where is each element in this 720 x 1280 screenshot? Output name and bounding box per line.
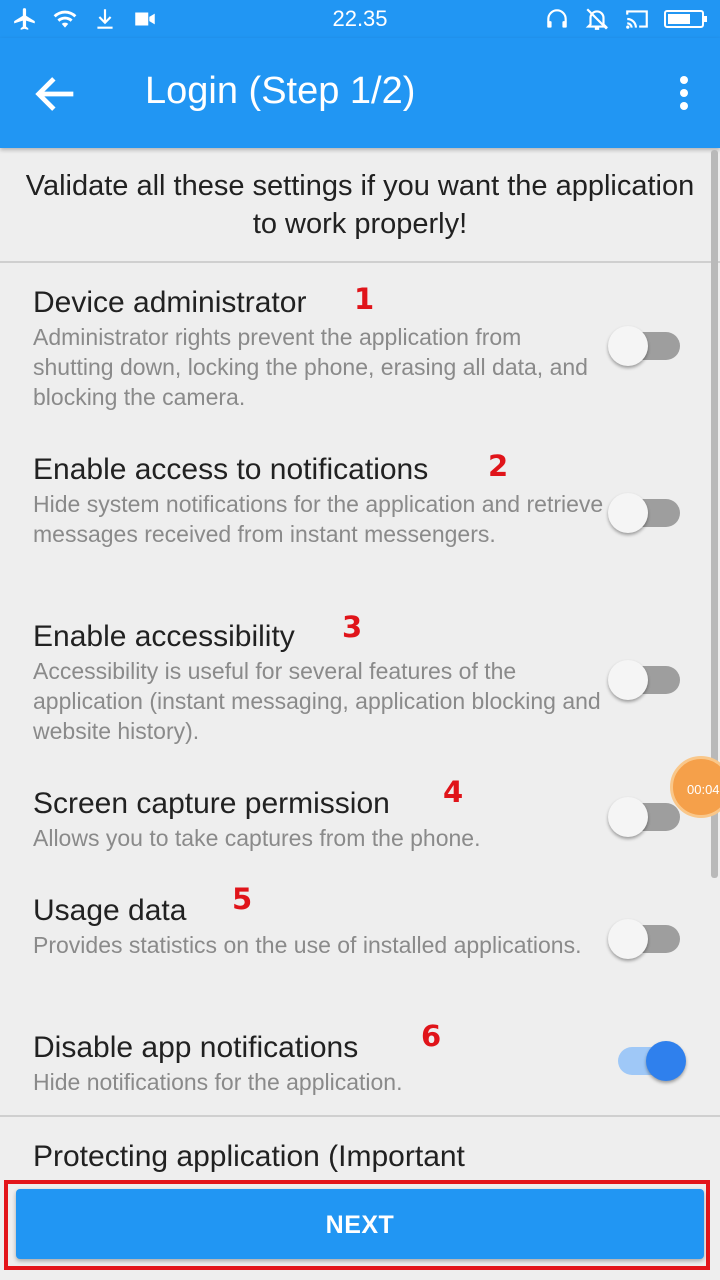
page-title: Login (Step 1/2)	[145, 70, 416, 112]
switch-thumb	[608, 660, 648, 700]
setting-title: Device administrator	[33, 286, 307, 319]
setting-description: Hide notifications for the application.	[33, 1069, 403, 1095]
cast-icon	[626, 10, 648, 29]
setting-title: Screen capture permission	[33, 787, 390, 820]
setting-title: Disable app notifications	[33, 1031, 359, 1064]
next-button[interactable]: NEXT	[16, 1189, 704, 1259]
more-vert-icon[interactable]	[674, 72, 694, 116]
switch-thumb	[608, 797, 648, 837]
intro-text: Validate all these settings if you want …	[25, 170, 695, 240]
setting-title: Enable accessibility	[33, 620, 295, 653]
headset-icon	[547, 9, 567, 28]
switch-thumb	[608, 493, 648, 533]
divider	[0, 1115, 720, 1117]
toggle-switch[interactable]	[608, 797, 684, 837]
divider	[0, 261, 720, 263]
app-bar: Login (Step 1/2)	[0, 38, 720, 148]
switch-thumb	[608, 919, 648, 959]
status-bar: 22.35	[0, 0, 720, 38]
setting-description: Accessibility is useful for several feat…	[33, 658, 601, 744]
step-marker: 3	[342, 610, 363, 644]
status-icons-right	[544, 6, 708, 32]
setting-description: Provides statistics on the use of instal…	[33, 932, 582, 958]
setting-title: Protecting application (Important	[33, 1140, 465, 1173]
step-marker: 4	[443, 775, 464, 809]
switch-thumb	[646, 1041, 686, 1081]
toggle-switch[interactable]	[608, 1041, 686, 1081]
setting-title: Enable access to notifications	[33, 453, 429, 486]
toggle-switch[interactable]	[608, 919, 684, 959]
muted-bell-icon	[585, 8, 609, 30]
toggle-switch[interactable]	[608, 660, 684, 700]
battery-icon	[664, 10, 707, 28]
step-marker: 2	[488, 449, 509, 483]
step-marker: 1	[354, 282, 375, 316]
toggle-switch[interactable]	[608, 493, 684, 533]
setting-title: Usage data	[33, 894, 187, 927]
toggle-switch[interactable]	[608, 326, 684, 366]
setting-description: Administrator rights prevent the applica…	[33, 324, 588, 410]
step-marker: 5	[232, 882, 253, 916]
setting-description: Hide system notifications for the applic…	[33, 491, 604, 547]
arrow-left-icon[interactable]	[30, 68, 82, 120]
switch-thumb	[608, 326, 648, 366]
step-marker: 6	[421, 1019, 442, 1053]
setting-description: Allows you to take captures from the pho…	[33, 825, 481, 851]
